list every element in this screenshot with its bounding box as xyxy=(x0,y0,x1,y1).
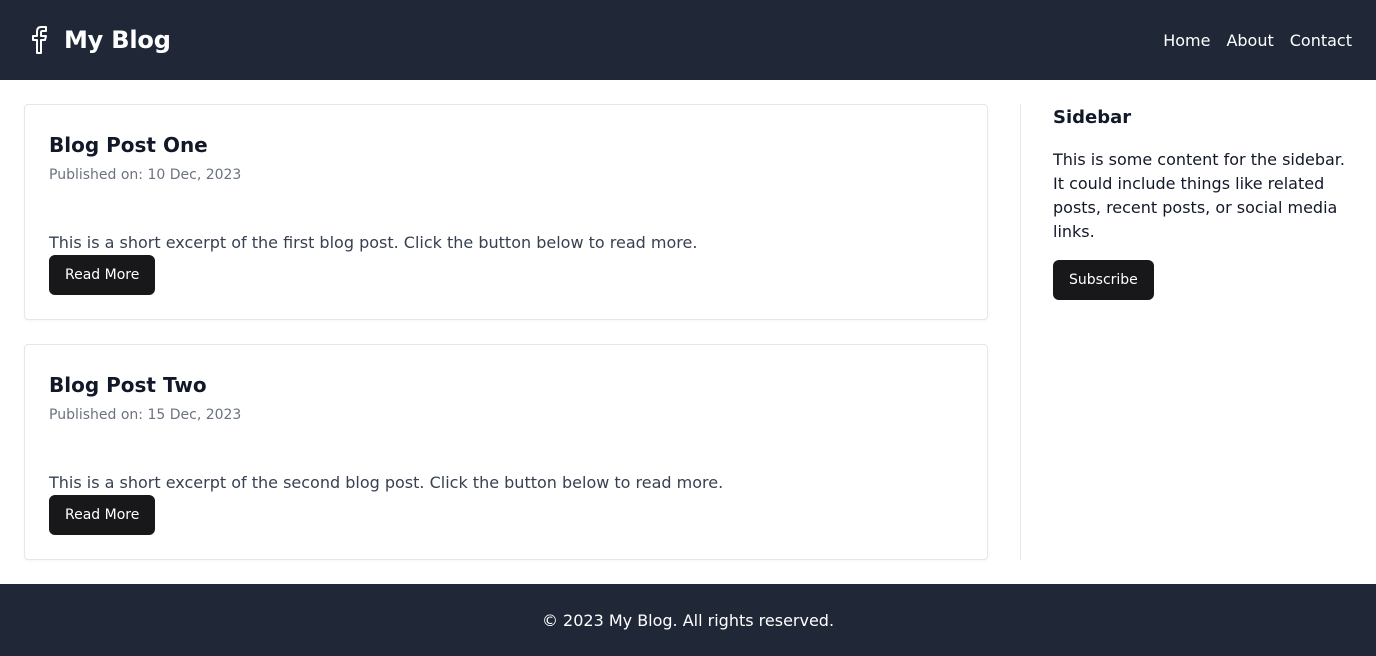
post-list: Blog Post One Published on: 10 Dec, 2023… xyxy=(24,104,988,560)
post-date: Published on: 15 Dec, 2023 xyxy=(49,407,242,423)
read-more-button[interactable]: Read More xyxy=(49,255,156,295)
post-excerpt: This is a short excerpt of the first blo… xyxy=(49,233,698,252)
site-title: My Blog xyxy=(64,26,171,54)
copyright-text: © 2023 My Blog. All rights reserved. xyxy=(541,610,835,630)
post-title: Blog Post One xyxy=(49,133,208,157)
sidebar: Sidebar This is some content for the sid… xyxy=(1053,104,1353,300)
subscribe-button[interactable]: Subscribe xyxy=(1053,260,1154,300)
post-card: Blog Post Two Published on: 15 Dec, 2023… xyxy=(24,344,988,560)
site-footer: © 2023 My Blog. All rights reserved. xyxy=(0,584,1376,656)
post-date: Published on: 10 Dec, 2023 xyxy=(49,167,242,183)
main-nav: Home About Contact xyxy=(1147,31,1352,50)
main-content: Blog Post One Published on: 10 Dec, 2023… xyxy=(0,80,1376,584)
read-more-button[interactable]: Read More xyxy=(49,495,156,535)
post-excerpt: This is a short excerpt of the second bl… xyxy=(49,473,724,492)
nav-link-home[interactable]: Home xyxy=(1163,31,1210,50)
site-header: My Blog Home About Contact xyxy=(0,0,1376,80)
facebook-icon xyxy=(28,24,52,56)
nav-link-contact[interactable]: Contact xyxy=(1290,31,1352,50)
post-title: Blog Post Two xyxy=(49,373,207,397)
brand[interactable]: My Blog xyxy=(28,24,171,56)
nav-link-about[interactable]: About xyxy=(1226,31,1273,50)
sidebar-text: This is some content for the sidebar. It… xyxy=(1053,150,1345,241)
sidebar-divider xyxy=(1020,104,1021,560)
sidebar-title: Sidebar xyxy=(1053,107,1132,128)
post-card: Blog Post One Published on: 10 Dec, 2023… xyxy=(24,104,988,320)
